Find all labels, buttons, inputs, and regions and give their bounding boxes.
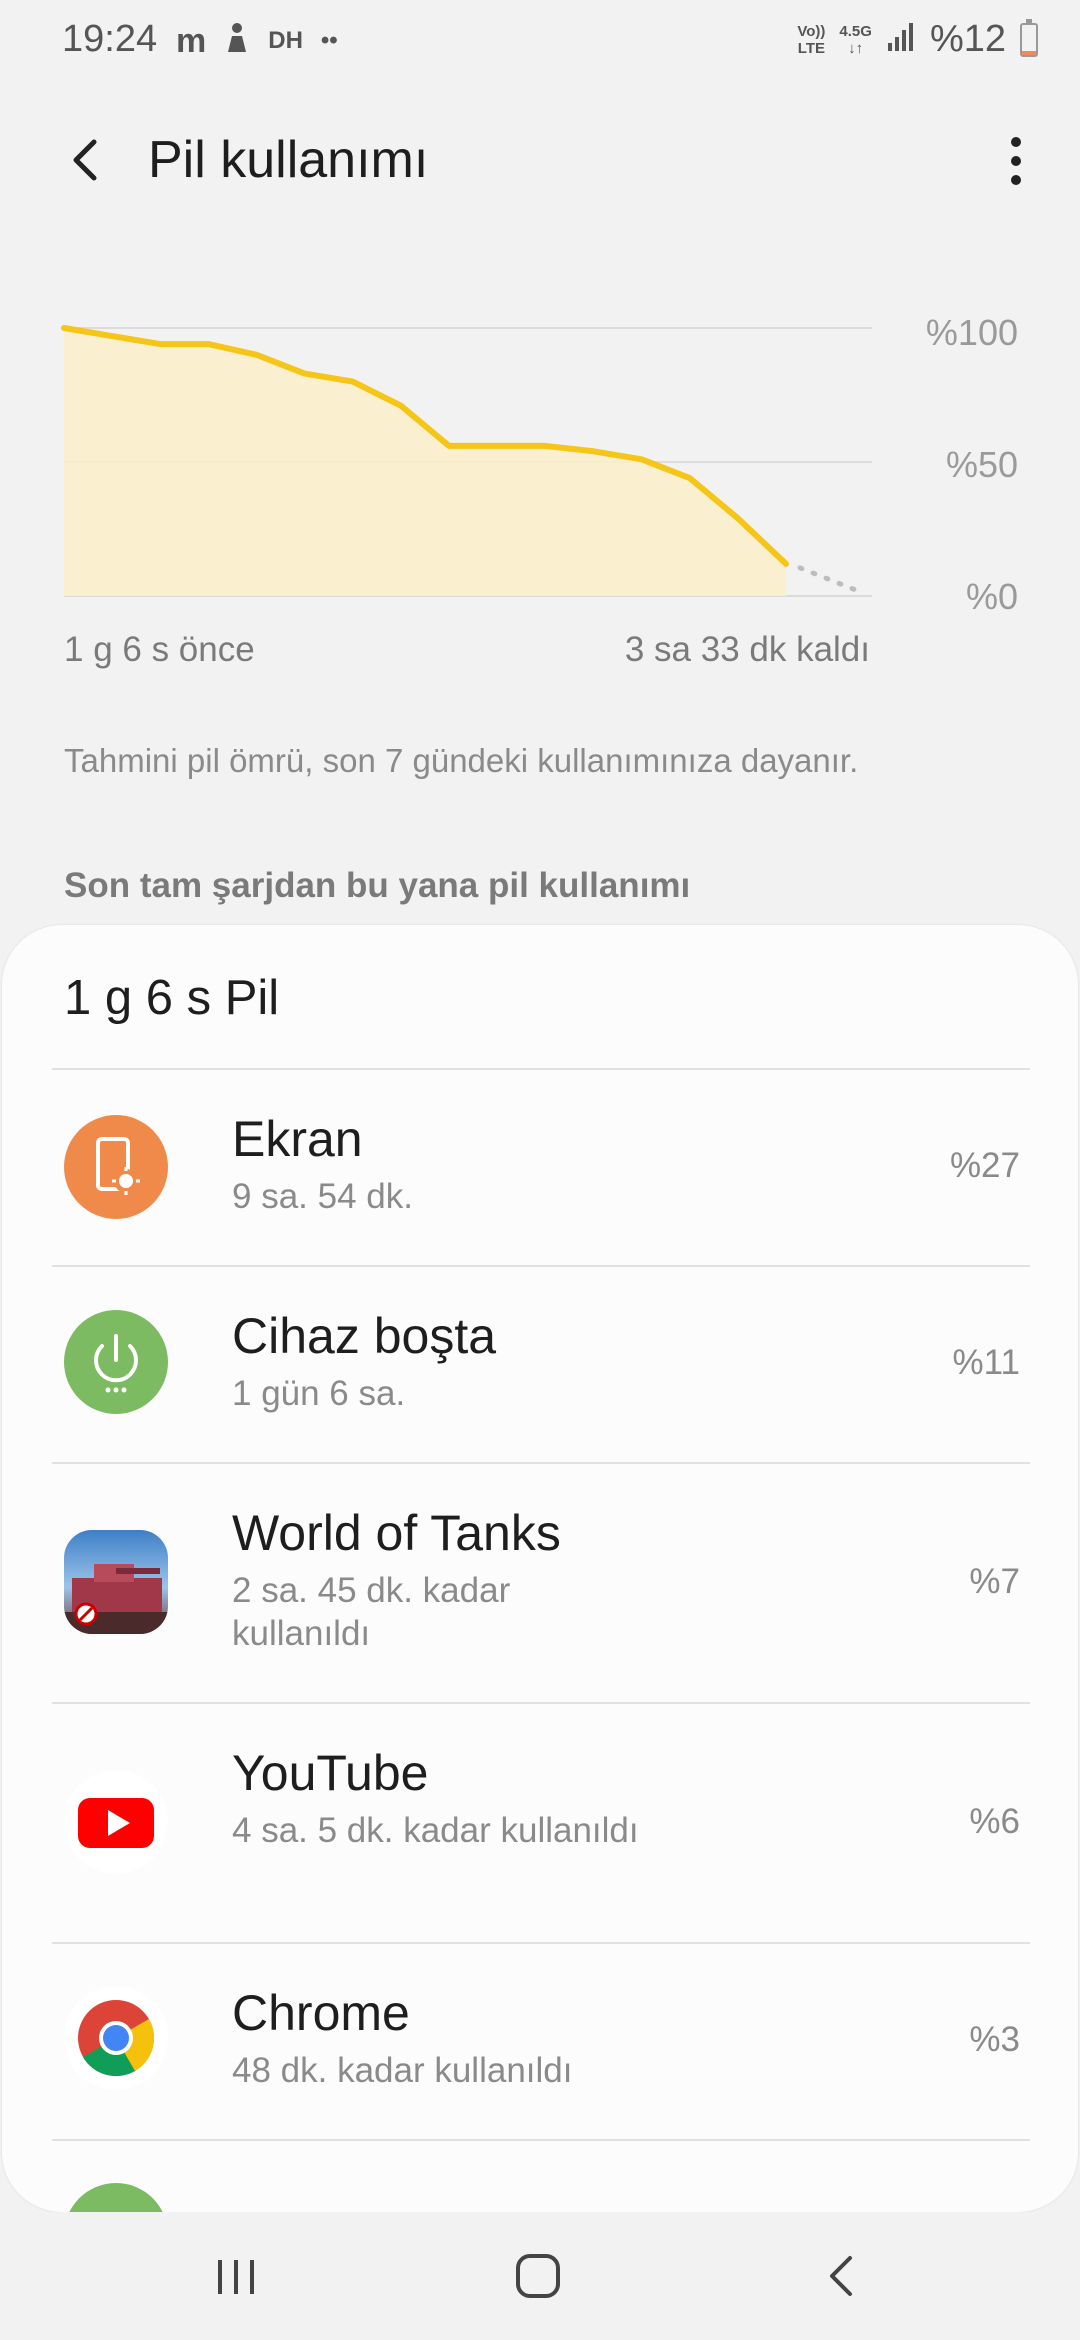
y-tick-label: %0 bbox=[965, 576, 1018, 617]
data-network-bottom: ↓↑ bbox=[848, 39, 864, 57]
item-duration: 2 sa. 45 dk. kadar kullanıldı bbox=[232, 1571, 511, 1653]
item-name: YouTube bbox=[232, 1745, 429, 1801]
y-tick-label: %100 bbox=[925, 312, 1018, 353]
item-duration: 48 dk. kadar kullanıldı bbox=[232, 2051, 573, 2090]
list-item-ekran[interactable]: Ekran 9 sa. 54 dk. %27 bbox=[2, 1070, 1078, 1265]
volte-bottom: LTE bbox=[797, 39, 825, 57]
more-notifications-icon: •• bbox=[320, 26, 338, 54]
notification-icons: m DH •• bbox=[176, 22, 338, 59]
item-name: Chrome bbox=[232, 1985, 410, 2041]
status-right: Vo)) LTE 4.5G ↓↑ %12 bbox=[797, 18, 1038, 61]
notification-m-icon: m bbox=[176, 21, 207, 60]
list-item-partial[interactable] bbox=[2, 2141, 1078, 2212]
item-duration: 4 sa. 5 dk. kadar kullanıldı bbox=[232, 1811, 639, 1850]
battery-usage-chart: %100 %50 %0 1 g 6 s önce 3 sa 33 dk kald… bbox=[0, 300, 1080, 680]
status-time: 19:24 bbox=[62, 18, 158, 60]
volte-icon: Vo)) LTE bbox=[797, 23, 825, 57]
item-percent: %27 bbox=[949, 1146, 1020, 1185]
chart-projection-line bbox=[797, 565, 867, 596]
recent-apps-icon bbox=[218, 2260, 254, 2294]
estimate-info-text: Tahmini pil ömrü, son 7 gündeki kullanım… bbox=[64, 742, 859, 779]
nav-back-button[interactable] bbox=[802, 2246, 882, 2306]
section-title: Son tam şarjdan bu yana pil kullanımı bbox=[64, 866, 691, 905]
item-percent: %6 bbox=[969, 1802, 1020, 1841]
volte-top: Vo)) bbox=[797, 22, 826, 40]
battery-level-fill bbox=[1022, 50, 1036, 55]
item-percent: %3 bbox=[969, 2020, 1020, 2059]
app-header: Pil kullanımı bbox=[0, 110, 1080, 210]
y-tick-label: %50 bbox=[945, 444, 1018, 485]
home-icon bbox=[516, 2254, 560, 2298]
battery-percent: %12 bbox=[929, 18, 1006, 60]
total-usage-title: 1 g 6 s Pil bbox=[64, 971, 280, 1025]
item-percent: %7 bbox=[969, 1562, 1020, 1601]
power-idle-icon bbox=[64, 1310, 168, 1414]
more-options-button[interactable] bbox=[986, 126, 1046, 196]
chrome-icon bbox=[64, 1986, 168, 2090]
list-item-chrome[interactable]: Chrome 48 dk. kadar kullanıldı %3 bbox=[2, 1944, 1078, 2139]
list-item-cihaz-bosta[interactable]: Cihaz boşta 1 gün 6 sa. %11 bbox=[2, 1267, 1078, 1462]
list-item-youtube[interactable]: YouTube 4 sa. 5 dk. kadar kullanıldı %6 bbox=[2, 1704, 1078, 1942]
more-vert-icon bbox=[1011, 137, 1021, 185]
item-name: World of Tanks bbox=[232, 1505, 561, 1561]
x-end-label: 3 sa 33 dk kaldı bbox=[624, 630, 870, 669]
item-name: Cihaz boşta bbox=[232, 1308, 497, 1364]
status-bar: 19:24 m DH •• Vo)) LTE 4.5G ↓↑ %12 bbox=[0, 0, 1080, 84]
app-icon-partial bbox=[64, 2183, 168, 2212]
item-name: Ekran bbox=[232, 1111, 363, 1167]
recent-apps-button[interactable] bbox=[196, 2246, 276, 2306]
battery-icon bbox=[1020, 18, 1038, 57]
data-network-top: 4.5G bbox=[839, 22, 872, 40]
navigation-bar bbox=[0, 2212, 1080, 2340]
notification-figure-icon bbox=[224, 22, 250, 59]
signal-icon bbox=[886, 21, 916, 58]
back-arrow-icon bbox=[73, 139, 97, 181]
x-start-label: 1 g 6 s önce bbox=[64, 630, 255, 669]
youtube-icon bbox=[64, 1770, 168, 1874]
home-button[interactable] bbox=[498, 2246, 578, 2306]
battery-chart-svg bbox=[61, 325, 872, 597]
item-percent: %11 bbox=[952, 1343, 1020, 1382]
list-item-world-of-tanks[interactable]: World of Tanks 2 sa. 45 dk. kadar kullan… bbox=[2, 1464, 1078, 1702]
nav-back-icon bbox=[830, 2256, 852, 2296]
back-button[interactable] bbox=[58, 128, 118, 192]
notification-dh-icon: DH bbox=[268, 26, 303, 54]
screen-brightness-icon bbox=[64, 1115, 168, 1219]
item-duration: 1 gün 6 sa. bbox=[232, 1374, 406, 1413]
world-of-tanks-icon bbox=[64, 1530, 168, 1634]
page-title: Pil kullanımı bbox=[148, 131, 429, 189]
usage-list-card: 1 g 6 s Pil Ekran 9 sa. 54 dk. %27 Cihaz… bbox=[2, 925, 1078, 2212]
item-duration: 9 sa. 54 dk. bbox=[232, 1177, 413, 1216]
data-network-icon: 4.5G ↓↑ bbox=[839, 23, 872, 57]
